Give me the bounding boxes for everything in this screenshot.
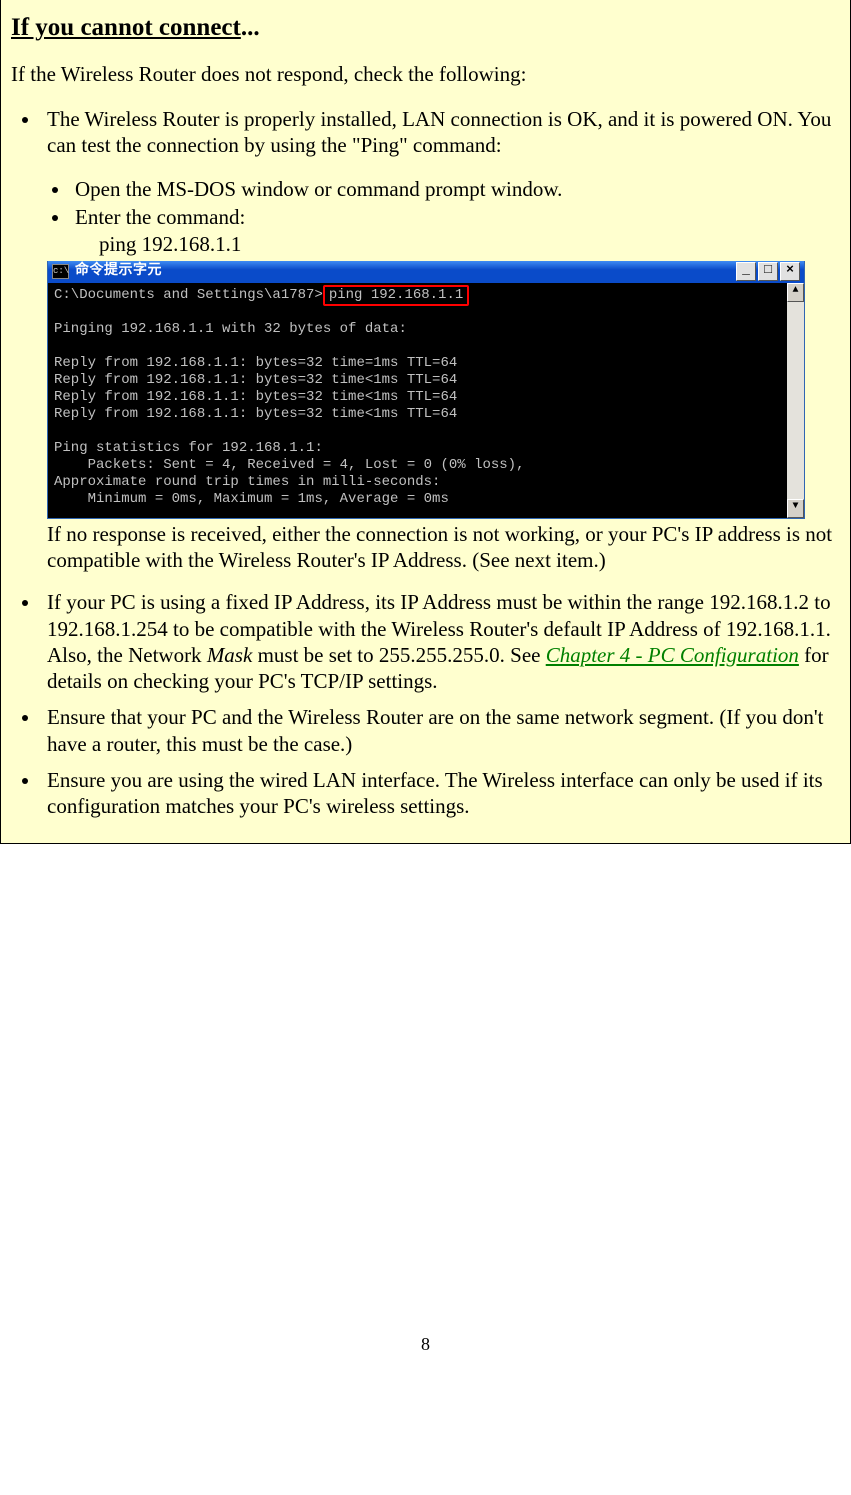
console-line: Reply from 192.168.1.1: bytes=32 time<1m… — [54, 389, 457, 405]
scrollbar[interactable]: ▲ ▼ — [787, 283, 804, 518]
list-item: Open the MS-DOS window or command prompt… — [71, 176, 840, 202]
intro-paragraph: If the Wireless Router does not respond,… — [11, 61, 840, 87]
cmd-titlebar: c:\ 命令提示字元 _ □ × — [48, 261, 804, 283]
console-line: Approximate round trip times in milli-se… — [54, 474, 440, 490]
list-item: The Wireless Router is properly installe… — [41, 106, 840, 574]
command-line-text: ping 192.168.1.1 — [99, 232, 241, 256]
heading-underlined: If you cannot connect — [11, 14, 241, 41]
troubleshoot-list: The Wireless Router is properly installe… — [11, 106, 840, 820]
list-item: Enter the command: ping 192.168.1.1 — [71, 204, 840, 257]
list-item: If your PC is using a fixed IP Address, … — [41, 589, 840, 694]
b2-mid: must be set to 255.255.255.0. See — [252, 643, 545, 667]
highlighted-command: ping 192.168.1.1 — [323, 285, 469, 306]
cmd-window: c:\ 命令提示字元 _ □ × C:\Documents and Settin… — [47, 261, 805, 519]
callout-box: If you cannot connect... If the Wireless… — [0, 0, 851, 844]
after-screenshot-text: If no response is received, either the c… — [47, 521, 840, 574]
callout-heading: If you cannot connect... — [11, 12, 840, 43]
maximize-button[interactable]: □ — [758, 262, 778, 281]
heading-suffix: ... — [241, 14, 260, 41]
close-button[interactable]: × — [780, 262, 800, 281]
cmd-client-area: C:\Documents and Settings\a1787>ping 192… — [48, 283, 804, 518]
minimize-button[interactable]: _ — [736, 262, 756, 281]
list-item: Ensure you are using the wired LAN inter… — [41, 767, 840, 820]
list-item: Ensure that your PC and the Wireless Rou… — [41, 704, 840, 757]
console-line: Reply from 192.168.1.1: bytes=32 time<1m… — [54, 406, 457, 422]
console-line: Reply from 192.168.1.1: bytes=32 time=1m… — [54, 355, 457, 371]
console-line: Ping statistics for 192.168.1.1: — [54, 440, 323, 456]
chapter-link[interactable]: Chapter 4 - PC Configuration — [546, 643, 799, 667]
sub-steps-list: Open the MS-DOS window or command prompt… — [47, 176, 840, 257]
cmd-icon: c:\ — [52, 264, 69, 279]
console-line: Pinging 192.168.1.1 with 32 bytes of dat… — [54, 321, 407, 337]
console-line: Packets: Sent = 4, Received = 4, Lost = … — [54, 457, 524, 473]
bullet-1-text: The Wireless Router is properly installe… — [47, 107, 831, 157]
console-prompt: C:\Documents and Settings\a1787> — [54, 287, 323, 303]
scrollbar-track[interactable] — [787, 302, 804, 499]
console-line: Minimum = 0ms, Maximum = 1ms, Average = … — [54, 491, 449, 507]
sub2-text: Enter the command: — [75, 205, 245, 229]
cmd-console: C:\Documents and Settings\a1787>ping 192… — [48, 283, 787, 518]
scroll-up-button[interactable]: ▲ — [787, 283, 804, 302]
console-line: Reply from 192.168.1.1: bytes=32 time<1m… — [54, 372, 457, 388]
scroll-down-button[interactable]: ▼ — [787, 499, 804, 518]
cmd-window-title: 命令提示字元 — [75, 263, 162, 281]
b2-mask: Mask — [207, 643, 253, 667]
page-number: 8 — [0, 1334, 851, 1365]
